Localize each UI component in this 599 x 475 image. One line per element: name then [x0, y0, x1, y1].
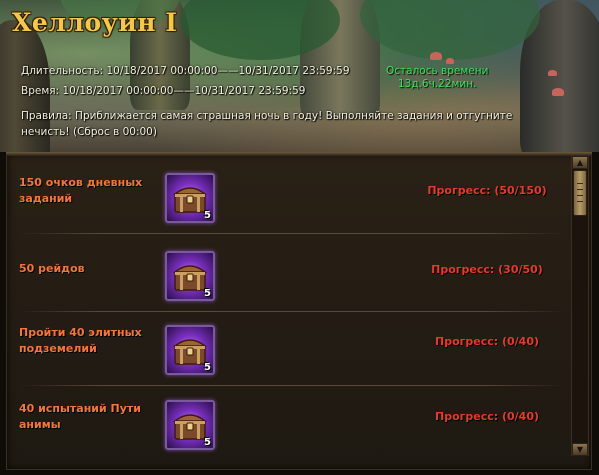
- row-divider: [19, 311, 565, 312]
- row-divider: [19, 233, 565, 234]
- task-progress: Прогресс: (0/40): [434, 335, 540, 348]
- duration-label: Длительность:: [21, 65, 104, 77]
- task-row: 40 испытаний Пути анимы 5 Прогресс: (0/4…: [7, 387, 573, 463]
- task-progress: Прогресс: (0/40): [434, 410, 540, 423]
- task-label: 150 очков дневных заданий: [19, 176, 143, 205]
- rules-label: Правила:: [21, 110, 72, 122]
- mushroom-decoration: [446, 58, 454, 64]
- reward-slot[interactable]: 5: [165, 173, 215, 223]
- remaining-value: 13д.6ч.22мин.: [397, 78, 477, 90]
- task-label: 50 рейдов: [19, 262, 85, 275]
- reward-slot[interactable]: 5: [165, 325, 215, 375]
- reward-quantity: 5: [204, 437, 211, 448]
- reward-quantity: 5: [204, 288, 211, 299]
- arrow-up-icon: ▲: [576, 158, 584, 167]
- arrow-down-icon: ▼: [576, 445, 584, 454]
- treasure-chest-icon: [173, 339, 207, 365]
- scroll-up-button[interactable]: ▲: [572, 156, 588, 169]
- time-label: Время:: [21, 85, 60, 97]
- mushroom-decoration: [548, 70, 557, 76]
- reward-quantity: 5: [204, 210, 211, 221]
- treasure-chest-icon: [173, 414, 207, 440]
- task-row: Пройти 40 элитных подземелий 5 Прогресс:…: [7, 313, 573, 389]
- remaining-label: Осталось времени: [386, 65, 489, 77]
- task-label: 40 испытаний Пути анимы: [19, 402, 142, 431]
- grip-line: [577, 189, 583, 190]
- duration-value: 10/18/2017 00:00:00——10/31/2017 23:59:59: [106, 65, 350, 77]
- treasure-chest-icon: [173, 187, 207, 213]
- mushroom-decoration: [552, 88, 564, 96]
- row-divider: [19, 385, 565, 386]
- task-row: 50 рейдов 5 Прогресс: (30/50): [7, 235, 573, 311]
- foliage: [360, 0, 540, 60]
- grip-line: [577, 183, 583, 184]
- remaining-time: Осталось времени 13д.6ч.22мин.: [386, 65, 488, 91]
- scroll-thumb[interactable]: [573, 170, 587, 216]
- task-row: 150 очков дневных заданий 5 Прогресс: (5…: [7, 153, 573, 229]
- rules-text-block: Правила: Приближается самая страшная ноч…: [21, 108, 561, 140]
- event-title: Хеллоуин I: [12, 8, 178, 37]
- treasure-chest-icon: [173, 265, 207, 291]
- grip-line: [577, 201, 583, 202]
- time-value: 10/18/2017 00:00:00——10/31/2017 23:59:59: [62, 85, 306, 97]
- reward-slot[interactable]: 5: [165, 251, 215, 301]
- time-row: Время: 10/18/2017 00:00:00——10/31/2017 2…: [21, 85, 305, 97]
- rules-text: Приближается самая страшная ночь в году!…: [21, 110, 513, 138]
- task-progress: Прогресс: (30/50): [431, 263, 543, 276]
- task-progress: Прогресс: (50/150): [427, 184, 547, 197]
- mushroom-decoration: [430, 52, 442, 60]
- reward-quantity: 5: [204, 362, 211, 373]
- task-label: Пройти 40 элитных подземелий: [19, 326, 142, 355]
- reward-slot[interactable]: 5: [165, 400, 215, 450]
- scrollbar[interactable]: ▲ ▼: [571, 156, 589, 456]
- task-list-panel: 150 очков дневных заданий 5 Прогресс: (5…: [6, 152, 592, 470]
- duration-row: Длительность: 10/18/2017 00:00:00——10/31…: [21, 65, 350, 77]
- scroll-down-button[interactable]: ▼: [572, 443, 588, 456]
- grip-line: [577, 195, 583, 196]
- panel-top-border: [6, 152, 592, 156]
